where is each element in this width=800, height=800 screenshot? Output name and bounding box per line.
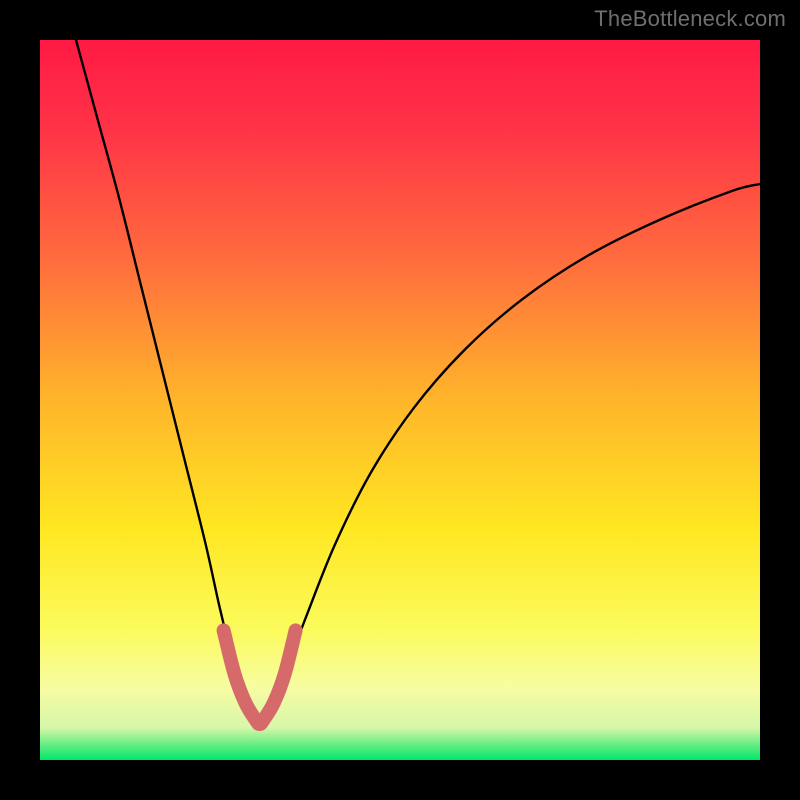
bottleneck-curve: [76, 40, 760, 724]
outer-frame: TheBottleneck.com: [0, 0, 800, 800]
watermark-text: TheBottleneck.com: [594, 6, 786, 32]
curve-layer: [40, 40, 760, 760]
plot-area: [40, 40, 760, 760]
trough-highlight: [224, 630, 296, 724]
